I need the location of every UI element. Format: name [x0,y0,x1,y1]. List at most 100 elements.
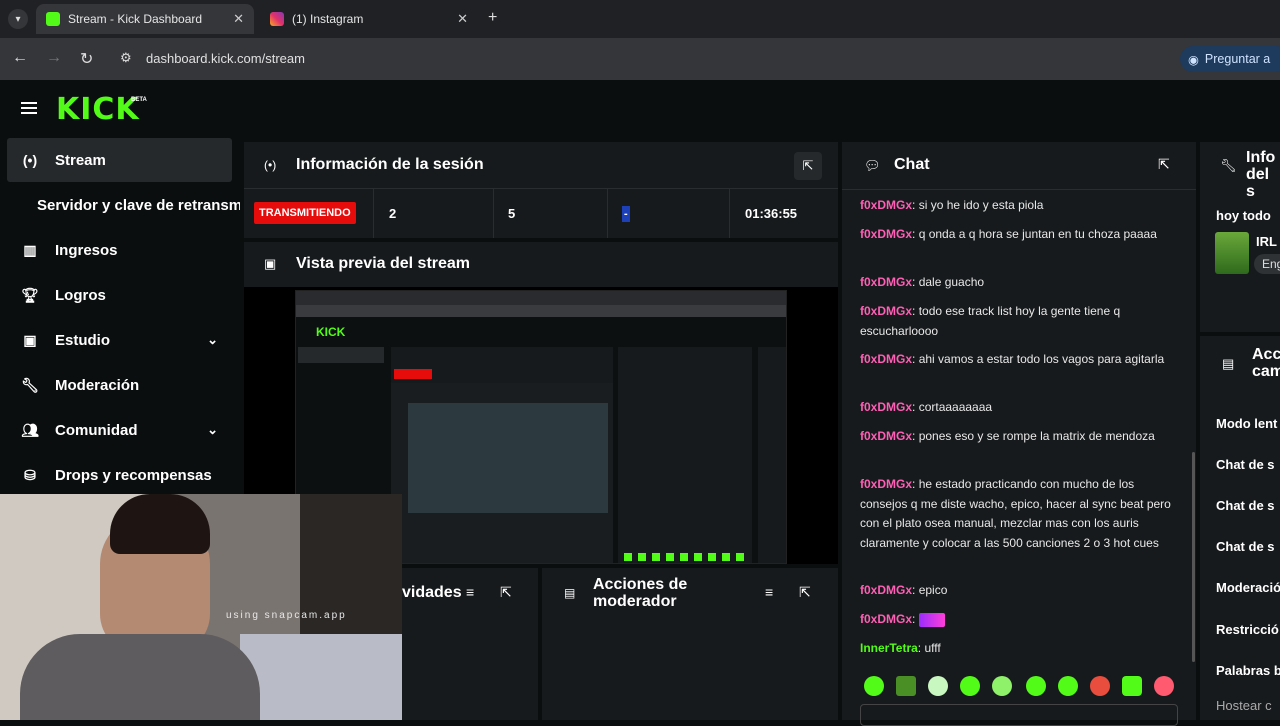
filter-icon[interactable]: ≡ [466,584,474,600]
chat-message: f0xDMGx: [860,610,1180,630]
broadcast-icon: (•) [22,152,38,168]
tab-label: Stream - Kick Dashboard [68,12,203,26]
slow-mode-setting[interactable]: Modo lent [1216,416,1277,431]
chat-setting[interactable]: Chat de s [1216,457,1275,472]
popout-icon[interactable]: ⇱ [1158,156,1170,173]
chat-message: f0xDMGx: dale guacho [860,275,985,289]
wrench-icon: 🔧︎ [21,376,39,393]
beta-label: BETA [131,97,147,103]
sidebar-item-moderacion[interactable]: 🔧︎ Moderación [7,363,232,407]
emote-icon[interactable] [1058,676,1078,696]
chat-scrollbar[interactable] [1192,452,1195,662]
broadcast-icon: (•) [264,158,277,172]
channel-actions-title: Acc cam [1252,346,1280,380]
chat-input[interactable] [860,704,1178,726]
webcam-overlay: using snapcam.app [0,494,402,720]
address-bar: ← → ↻ ⚙ dashboard.kick.com/stream ◉ Preg… [0,38,1280,80]
mod-actions-title: Acciones de moderador [593,576,688,610]
tab-kick-dashboard[interactable]: Stream - Kick Dashboard ✕ [36,4,254,34]
browser-tab-bar: ▾ Stream - Kick Dashboard ✕ (1) Instagra… [0,0,1280,38]
moderation-setting[interactable]: Moderació [1216,580,1280,595]
back-icon[interactable]: ← [12,49,28,67]
close-icon[interactable]: ✕ [457,11,468,27]
sidebar-item-logros[interactable]: 🏆︎ Logros [7,273,232,317]
forward-icon[interactable]: → [46,49,62,67]
activity-title: vidades [402,584,462,601]
popout-icon[interactable]: ⇱ [799,584,811,601]
sidebar-item-label: Stream [55,151,106,169]
instagram-favicon-icon [270,12,284,26]
emote-icon[interactable] [864,676,884,696]
sidebar-item-label: Ingresos [55,241,118,259]
sidebar-item-label: Servidor y clave de retransm [37,196,240,214]
stream-title-text: hoy todo [1216,208,1271,223]
reload-icon[interactable]: ↻ [80,49,93,69]
studio-icon: ▣ [23,331,37,348]
chevron-down-icon: ⌄ [207,422,218,437]
chat-message: f0xDMGx: ahi vamos a estar todo los vago… [860,352,1165,366]
sidebar-item-ingresos[interactable]: ▥ Ingresos [7,228,232,272]
trophy-icon: 🏆︎ [21,286,39,303]
category-name: IRL [1256,234,1277,249]
status-badge: TRANSMITIENDO [254,202,356,224]
chat-message: f0xDMGx: todo ese track list hoy la gent… [860,304,1121,338]
sidebar-item-label: Comunidad [55,421,138,439]
emote-icon[interactable] [1090,676,1110,696]
chat-message: f0xDMGx: he estado practicando con mucho… [860,477,1171,550]
stat-viewers: 2 [389,205,397,221]
sidebar-item-server-key[interactable]: Servidor y clave de retransm [37,183,240,227]
tab-label: (1) Instagram [292,12,364,26]
chat-title: Chat [894,156,930,173]
chat-bubble-icon: 💬︎ [864,158,881,173]
emote-icon[interactable] [992,676,1012,696]
language-tag: Eng [1254,254,1280,274]
new-tab-icon[interactable]: + [488,9,497,27]
preview-icon: ▣ [264,256,277,271]
close-icon[interactable]: ✕ [233,11,244,27]
emote-icon[interactable] [1154,676,1174,696]
stat-followers: 5 [508,205,516,221]
preview-title: Vista previa del stream [296,255,471,272]
chat-setting[interactable]: Chat de s [1216,539,1275,554]
stream-status: TRANSMITIENDO [254,188,356,238]
wrench-icon: 🔧︎ [1220,158,1237,173]
filter-icon[interactable]: ≡ [765,584,773,600]
url-field[interactable]: dashboard.kick.com/stream [146,51,305,66]
sidebar-item-estudio[interactable]: ▣ Estudio ⌄ [7,318,232,362]
sidebar-item-stream[interactable]: (•) Stream [7,138,232,182]
kick-favicon-icon [46,12,60,26]
kick-logo[interactable]: KICK [56,92,140,127]
session-info-title: Información de la sesión [296,156,484,173]
stream-duration: 01:36:55 [745,205,798,221]
sidebar-item-label: Drops y recompensas [55,466,212,484]
popout-icon[interactable]: ⇱ [794,152,822,180]
chat-message: f0xDMGx: q onda a q hora se juntan en tu… [860,227,1157,241]
stat-subs: - [622,206,630,222]
emote-icon [918,612,945,627]
document-icon: ▤ [1222,356,1235,371]
kick-header: KICK BETA [0,80,1280,138]
sidebar-item-comunidad[interactable]: 👥︎ Comunidad ⌄ [7,408,232,452]
site-info-icon[interactable]: ⚙ [120,50,132,66]
restriction-setting[interactable]: Restricció [1216,622,1279,637]
tab-search-button[interactable]: ▾ [8,9,28,29]
banned-words-setting[interactable]: Palabras b [1216,663,1280,678]
chat-message: f0xDMGx: pones eso y se rompe la matrix … [860,429,1155,443]
chart-icon: ▥ [23,241,37,258]
drops-icon: ⛁ [24,466,36,483]
host-setting[interactable]: Hostear c [1216,698,1272,713]
hamburger-menu-icon[interactable] [21,102,37,114]
chat-setting[interactable]: Chat de s [1216,498,1275,513]
popout-icon[interactable]: ⇱ [500,584,512,601]
document-icon: ▤ [564,586,576,600]
sidebar-item-drops[interactable]: ⛁ Drops y recompensas [7,453,232,497]
category-thumbnail [1215,232,1249,274]
emote-icon[interactable] [896,676,916,696]
ask-button[interactable]: ◉ Preguntar a [1180,46,1280,72]
emote-icon[interactable] [1122,676,1142,696]
sidebar-item-label: Estudio [55,331,110,349]
emote-icon[interactable] [1026,676,1046,696]
tab-instagram[interactable]: (1) Instagram ✕ [260,4,478,34]
emote-icon[interactable] [960,676,980,696]
emote-icon[interactable] [928,676,948,696]
